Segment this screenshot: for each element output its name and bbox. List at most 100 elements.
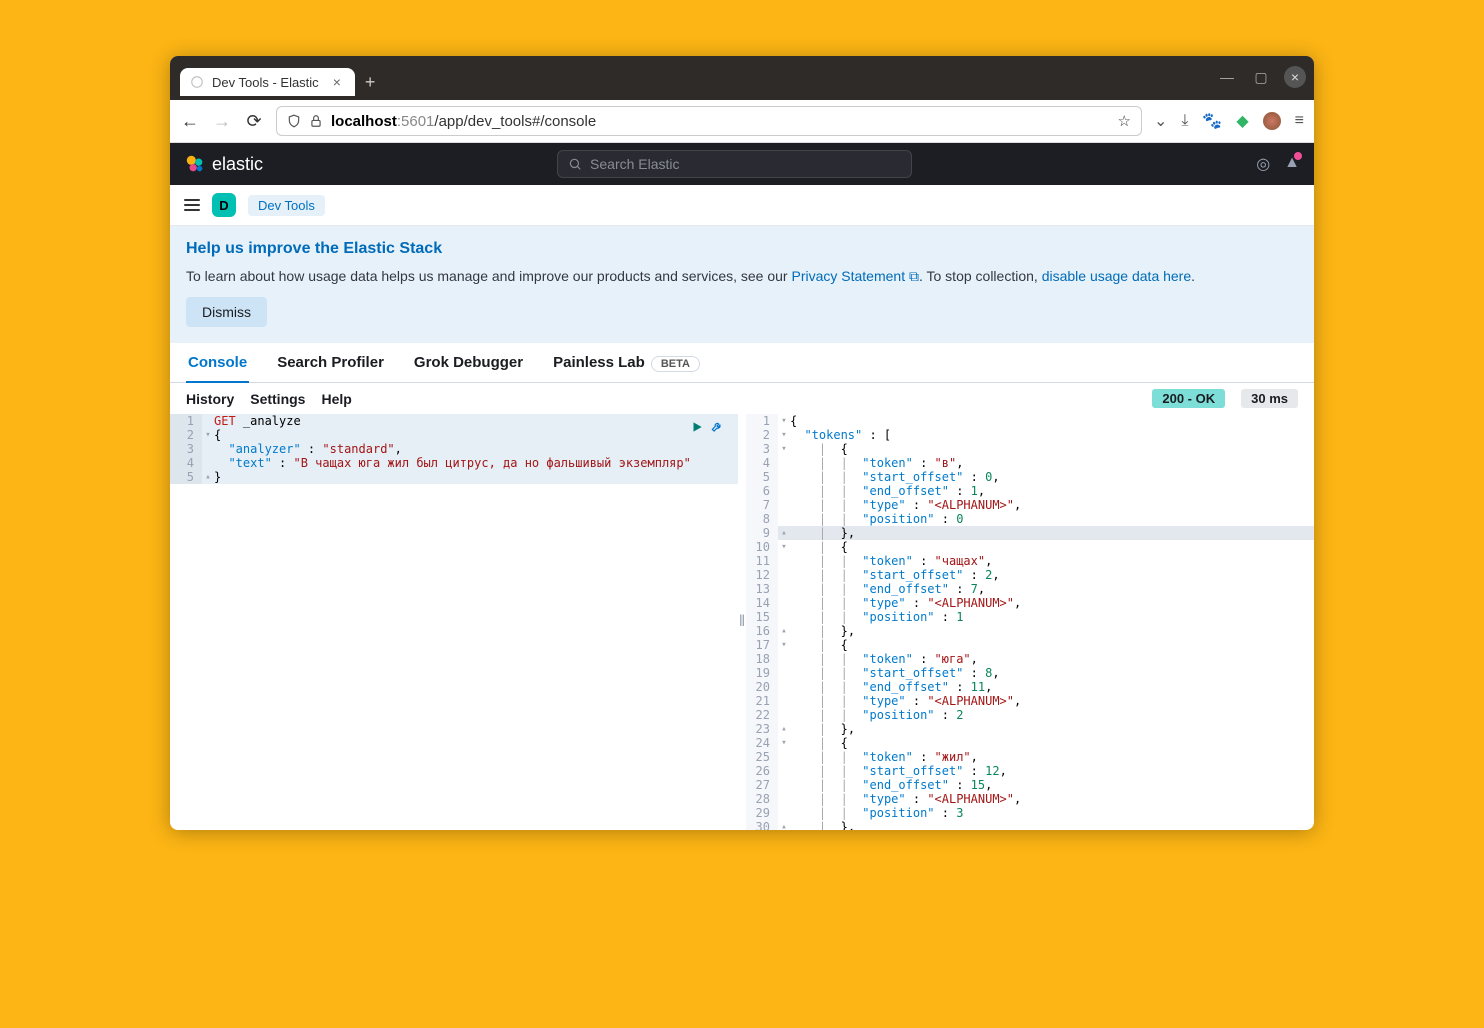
back-button[interactable]: ←: [180, 111, 200, 132]
code-line[interactable]: 14 | | "type" : "<ALPHANUM>",: [746, 596, 1314, 610]
browser-window: Dev Tools - Elastic × + — ▢ × ← → ⟳ loca…: [170, 56, 1314, 830]
browser-toolbar: ← → ⟳ localhost:5601/app/dev_tools#/cons…: [170, 100, 1314, 143]
settings-link[interactable]: Settings: [250, 391, 305, 407]
editor-area: 1GET _analyze2▾{3 "analyzer" : "standard…: [170, 414, 1314, 830]
code-line[interactable]: 4 | | "token" : "в",: [746, 456, 1314, 470]
code-line[interactable]: 28 | | "type" : "<ALPHANUM>",: [746, 792, 1314, 806]
bookmark-icon[interactable]: ☆: [1117, 112, 1130, 130]
response-viewer[interactable]: 1▾{2▾ "tokens" : [3▾ | {4 | | "token" : …: [746, 414, 1314, 830]
extension2-icon[interactable]: ◆: [1236, 111, 1248, 131]
search-placeholder: Search Elastic: [590, 156, 679, 172]
downloads-icon[interactable]: ⤓: [1181, 112, 1188, 130]
request-editor[interactable]: 1GET _analyze2▾{3 "analyzer" : "standard…: [170, 414, 738, 830]
favicon-icon: [190, 75, 204, 89]
disable-telemetry-link[interactable]: disable usage data here: [1042, 268, 1191, 284]
elastic-header: elastic Search Elastic ◎ ▲: [170, 143, 1314, 185]
window-maximize-icon[interactable]: ▢: [1250, 66, 1272, 88]
code-line[interactable]: 1GET _analyze: [170, 414, 738, 428]
code-line[interactable]: 22 | | "position" : 2: [746, 708, 1314, 722]
header-search[interactable]: Search Elastic: [557, 150, 912, 178]
news-icon[interactable]: ▲: [1284, 154, 1300, 174]
code-line[interactable]: 1▾{: [746, 414, 1314, 428]
code-line[interactable]: 19 | | "start_offset" : 8,: [746, 666, 1314, 680]
telemetry-banner: Help us improve the Elastic Stack To lea…: [170, 226, 1314, 343]
extension1-icon[interactable]: 🐾: [1202, 111, 1222, 131]
url-path: /app/dev_tools#/console: [434, 113, 596, 130]
help-link[interactable]: Help: [321, 391, 351, 407]
profile-icon[interactable]: [1263, 112, 1281, 130]
pane-divider[interactable]: ‖: [738, 414, 746, 830]
banner-text: To learn about how usage data helps us m…: [186, 268, 1298, 285]
code-line[interactable]: 29 | | "position" : 3: [746, 806, 1314, 820]
code-line[interactable]: 16▴ | },: [746, 624, 1314, 638]
code-line[interactable]: 17▾ | {: [746, 638, 1314, 652]
code-line[interactable]: 21 | | "type" : "<ALPHANUM>",: [746, 694, 1314, 708]
code-line[interactable]: 30▴ | },: [746, 820, 1314, 830]
new-tab-button[interactable]: +: [365, 72, 376, 93]
browser-tab[interactable]: Dev Tools - Elastic ×: [180, 68, 355, 96]
code-line[interactable]: 7 | | "type" : "<ALPHANUM>",: [746, 498, 1314, 512]
tab-grok-debugger[interactable]: Grok Debugger: [412, 343, 525, 382]
tab-close-icon[interactable]: ×: [333, 74, 341, 90]
menu-icon[interactable]: ≡: [1295, 112, 1304, 130]
history-link[interactable]: History: [186, 391, 234, 407]
code-line[interactable]: 11 | | "token" : "чащах",: [746, 554, 1314, 568]
code-line[interactable]: 23▴ | },: [746, 722, 1314, 736]
code-line[interactable]: 5▴}: [170, 470, 738, 484]
wrench-icon[interactable]: [710, 420, 724, 434]
code-line[interactable]: 6 | | "end_offset" : 1,: [746, 484, 1314, 498]
subnav: D Dev Tools: [170, 185, 1314, 226]
tab-search-profiler[interactable]: Search Profiler: [275, 343, 386, 382]
elastic-logo[interactable]: elastic: [184, 153, 263, 175]
reload-button[interactable]: ⟳: [244, 111, 264, 132]
external-icon: ⧉: [909, 268, 919, 284]
window-controls: — ▢ ×: [1216, 66, 1306, 88]
help-icon[interactable]: ◎: [1256, 154, 1270, 174]
banner-title: Help us improve the Elastic Stack: [186, 240, 1298, 258]
code-line[interactable]: 3▾ | {: [746, 442, 1314, 456]
code-line[interactable]: 24▾ | {: [746, 736, 1314, 750]
code-line[interactable]: 10▾ | {: [746, 540, 1314, 554]
space-badge[interactable]: D: [212, 193, 236, 217]
code-line[interactable]: 13 | | "end_offset" : 7,: [746, 582, 1314, 596]
devtools-tabs: Console Search Profiler Grok Debugger Painl…: [170, 343, 1314, 383]
forward-button[interactable]: →: [212, 111, 232, 132]
code-line[interactable]: 27 | | "end_offset" : 15,: [746, 778, 1314, 792]
code-line[interactable]: 26 | | "start_offset" : 12,: [746, 764, 1314, 778]
dismiss-button[interactable]: Dismiss: [186, 297, 267, 327]
window-minimize-icon[interactable]: —: [1216, 66, 1238, 88]
code-line[interactable]: 20 | | "end_offset" : 11,: [746, 680, 1314, 694]
window-close-icon[interactable]: ×: [1284, 66, 1306, 88]
shield-icon: [287, 114, 301, 128]
privacy-link[interactable]: Privacy Statement ⧉: [791, 268, 919, 284]
beta-badge: BETA: [651, 356, 700, 372]
pocket-icon[interactable]: ⌄: [1154, 111, 1167, 131]
nav-toggle-icon[interactable]: [184, 199, 200, 211]
code-line[interactable]: 8 | | "position" : 0: [746, 512, 1314, 526]
elastic-brand: elastic: [212, 154, 263, 175]
tools-row: History Settings Help 200 - OK 30 ms: [170, 383, 1314, 414]
search-icon: [568, 157, 582, 171]
url-host: localhost: [331, 113, 397, 130]
tab-title: Dev Tools - Elastic: [212, 75, 319, 90]
tab-console[interactable]: Console: [186, 343, 249, 382]
code-line[interactable]: 3 "analyzer" : "standard",: [170, 442, 738, 456]
breadcrumb[interactable]: Dev Tools: [248, 195, 325, 216]
code-line[interactable]: 9▴ | },: [746, 526, 1314, 540]
code-line[interactable]: 2▾{: [170, 428, 738, 442]
code-line[interactable]: 5 | | "start_offset" : 0,: [746, 470, 1314, 484]
code-line[interactable]: 15 | | "position" : 1: [746, 610, 1314, 624]
lock-icon: [309, 114, 323, 128]
code-line[interactable]: 2▾ "tokens" : [: [746, 428, 1314, 442]
code-line[interactable]: 25 | | "token" : "жил",: [746, 750, 1314, 764]
response-status: 200 - OK: [1152, 389, 1225, 408]
url-port: :5601: [397, 113, 435, 130]
code-line[interactable]: 4 "text" : "В чащах юга жил был цитрус, …: [170, 456, 738, 470]
code-line[interactable]: 18 | | "token" : "юга",: [746, 652, 1314, 666]
run-icon[interactable]: [690, 420, 704, 434]
tab-painless-lab[interactable]: Painless LabBETA: [551, 343, 702, 382]
tab-strip: Dev Tools - Elastic × + — ▢ ×: [170, 56, 1314, 100]
elastic-logo-icon: [184, 153, 206, 175]
url-bar[interactable]: localhost:5601/app/dev_tools#/console ☆: [276, 106, 1142, 136]
code-line[interactable]: 12 | | "start_offset" : 2,: [746, 568, 1314, 582]
